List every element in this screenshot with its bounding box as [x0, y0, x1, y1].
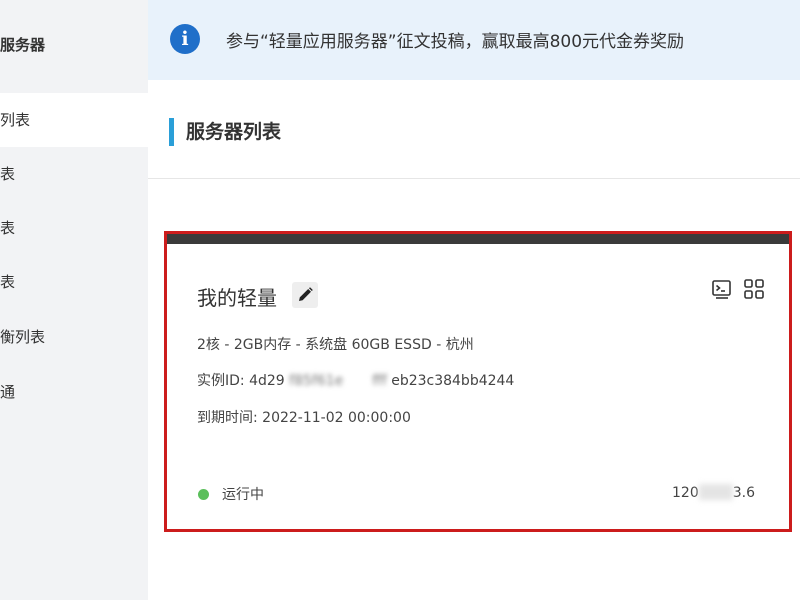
expiry-time: 到期时间: 2022-11-02 00:00:00	[197, 407, 411, 427]
card-top-bar	[167, 234, 789, 244]
sidebar-item-4[interactable]: 表	[0, 255, 148, 309]
terminal-icon[interactable]	[711, 278, 733, 300]
info-icon: i	[170, 24, 200, 54]
instance-id-redacted-2: fff	[372, 373, 387, 389]
sidebar: 服务器 列表 表 表 表 衡列表 通	[0, 0, 148, 600]
expiry-label: 到期时间:	[197, 410, 258, 426]
divider	[148, 178, 800, 179]
server-spec: 2核 - 2GB内存 - 系统盘 60GB ESSD - 杭州	[197, 337, 474, 353]
instance-id-redacted-1: f85f61e	[289, 373, 344, 389]
status-text: 运行中	[222, 487, 264, 503]
instance-id-suffix: eb23c384bb4244	[391, 373, 515, 389]
grid-icon[interactable]	[743, 278, 765, 300]
instance-id-label: 实例ID:	[197, 373, 245, 389]
sidebar-title: 服务器	[0, 36, 46, 54]
sidebar-item-2[interactable]: 表	[0, 147, 148, 201]
sidebar-item-server-list[interactable]: 列表	[0, 93, 148, 147]
instance-id-prefix: 4d29	[249, 373, 285, 389]
status-dot	[198, 489, 209, 500]
sidebar-item-3[interactable]: 表	[0, 201, 148, 255]
public-ip: 120 3.6	[672, 484, 755, 501]
ip-suffix: 3.6	[732, 485, 755, 501]
server-card[interactable]: 我的轻量 2核 - 2GB内存 - 系统盘 60GB ESSD - 杭州 实例I…	[164, 231, 792, 532]
expiry-value: 2022-11-02 00:00:00	[262, 410, 411, 426]
notice-banner: i 参与“轻量应用服务器”征文投稿，赢取最高800元代金券奖励	[148, 0, 800, 80]
sidebar-item-6[interactable]: 通	[0, 365, 148, 419]
instance-id: 实例ID: 4d29 f85f61e fff eb23c384bb4244	[197, 370, 514, 390]
sidebar-item-load-balancer-list[interactable]: 衡列表	[0, 310, 148, 364]
server-name: 我的轻量	[197, 286, 277, 310]
page-title: 服务器列表	[186, 121, 282, 143]
heading-accent-bar	[169, 118, 174, 146]
ip-prefix: 120	[672, 485, 699, 501]
page: 服务器 列表 表 表 表 衡列表 通 i 参与“轻量应用服务器”征文投稿，赢取最…	[0, 0, 800, 600]
notice-link[interactable]: 参与“轻量应用服务器”征文投稿，赢取最高800元代金券奖励	[226, 27, 684, 52]
edit-icon[interactable]	[292, 282, 318, 308]
ip-redacted	[698, 484, 733, 500]
